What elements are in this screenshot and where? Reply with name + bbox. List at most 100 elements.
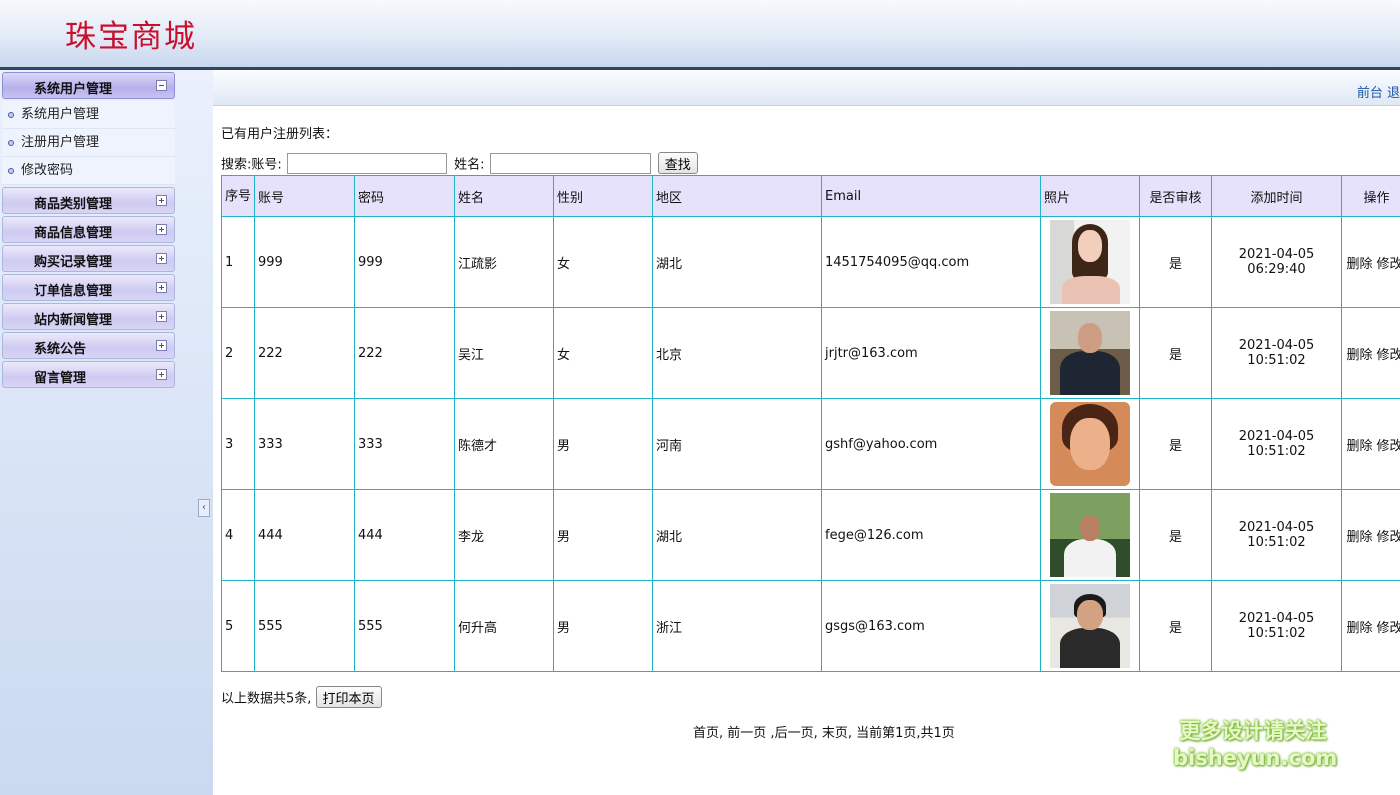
cell-email: gshf@yahoo.com	[821, 398, 1041, 490]
cell-password: 444	[354, 489, 455, 581]
cell-added-time: 2021-04-05 10:51:02	[1211, 307, 1342, 399]
page-status: 当前第1页,共1页	[856, 726, 955, 741]
delete-link[interactable]: 删除	[1346, 348, 1372, 363]
search-label: 搜索:	[221, 157, 252, 173]
cell-name: 吴江	[454, 307, 554, 399]
pager-separator: ,	[766, 726, 775, 741]
edit-link[interactable]: 修改	[1377, 530, 1400, 545]
next-page-link[interactable]: 后一页	[775, 726, 814, 741]
cell-region: 湖北	[652, 489, 822, 581]
sidebar-group-product-info[interactable]: 商品信息管理	[2, 216, 175, 243]
watermark: 更多设计请关注 bisheyun.com	[1173, 718, 1337, 772]
account-search-input[interactable]	[286, 152, 447, 174]
sidebar-collapse-button[interactable]: ‹	[198, 499, 210, 517]
cell-seq: 4	[221, 489, 255, 581]
expand-plus-icon[interactable]	[156, 340, 167, 351]
expand-plus-icon[interactable]	[156, 253, 167, 264]
table-row: 5 555 555 何升高 男 浙江 gsgs@163.com 是 2021-0…	[221, 580, 1400, 672]
cell-gender: 男	[553, 489, 653, 581]
sidebar-group-site-news[interactable]: 站内新闻管理	[2, 303, 175, 330]
sidebar-group-label: 商品类别管理	[34, 197, 113, 212]
name-search-input[interactable]	[489, 152, 651, 174]
cell-approved: 是	[1139, 216, 1212, 308]
cell-name: 江疏影	[454, 216, 554, 308]
cell-account: 333	[254, 398, 355, 490]
edit-link[interactable]: 修改	[1377, 621, 1400, 636]
column-header-account: 账号	[254, 175, 355, 217]
sidebar-group-purchase-records[interactable]: 购买记录管理	[2, 245, 175, 272]
cell-region: 河南	[652, 398, 822, 490]
column-header-password: 密码	[354, 175, 455, 217]
added-clock: 10:51:02	[1247, 535, 1306, 550]
pager-separator: ,	[813, 726, 822, 741]
cell-added-time: 2021-04-05 10:51:02	[1211, 398, 1342, 490]
cell-gender: 女	[553, 216, 653, 308]
expand-plus-icon[interactable]	[156, 311, 167, 322]
cell-password: 333	[354, 398, 455, 490]
search-button[interactable]: 查找	[657, 152, 698, 174]
cell-seq: 2	[221, 307, 255, 399]
prev-page-link[interactable]: 前一页	[727, 726, 766, 741]
delete-link[interactable]: 删除	[1346, 621, 1372, 636]
sidebar-group-label: 商品信息管理	[34, 226, 113, 241]
sidebar-group-label: 购买记录管理	[34, 255, 113, 270]
sidebar-group-orders[interactable]: 订单信息管理	[2, 274, 175, 301]
edit-link[interactable]: 修改	[1377, 348, 1400, 363]
cell-actions: 删除 修改	[1341, 216, 1400, 308]
delete-link[interactable]: 删除	[1346, 257, 1372, 272]
cell-region: 浙江	[652, 580, 822, 672]
delete-link[interactable]: 删除	[1346, 439, 1372, 454]
cell-name: 陈德才	[454, 398, 554, 490]
user-photo	[1050, 584, 1130, 668]
added-date: 2021-04-05	[1238, 520, 1315, 535]
collapse-minus-icon[interactable]	[156, 80, 167, 91]
column-header-email: Email	[821, 175, 1041, 217]
sidebar-group-product-categories[interactable]: 商品类别管理	[2, 187, 175, 214]
summary-bar: 以上数据共5条, 打印本页	[221, 686, 382, 708]
expand-plus-icon[interactable]	[156, 369, 167, 380]
sidebar-group-announcements[interactable]: 系统公告	[2, 332, 175, 359]
column-header-added-time: 添加时间	[1211, 175, 1342, 217]
first-page-link[interactable]: 首页	[693, 726, 719, 741]
brand-title: 珠宝商城	[65, 19, 197, 55]
column-header-region: 地区	[652, 175, 822, 217]
content-top-strip: 前台 退	[213, 70, 1400, 106]
expand-plus-icon[interactable]	[156, 282, 167, 293]
added-date: 2021-04-05	[1238, 429, 1315, 444]
cell-added-time: 2021-04-05 10:51:02	[1211, 489, 1342, 581]
delete-link[interactable]: 删除	[1346, 530, 1372, 545]
expand-plus-icon[interactable]	[156, 224, 167, 235]
front-link[interactable]: 前台	[1357, 86, 1383, 101]
added-clock: 10:51:02	[1247, 626, 1306, 641]
sidebar-item-system-users[interactable]: 系统用户管理	[2, 101, 175, 129]
sidebar-group-label: 留言管理	[34, 371, 87, 386]
cell-account: 555	[254, 580, 355, 672]
edit-link[interactable]: 修改	[1377, 257, 1400, 272]
cell-seq: 3	[221, 398, 255, 490]
cell-approved: 是	[1139, 489, 1212, 581]
print-page-button[interactable]: 打印本页	[315, 686, 382, 708]
cell-photo	[1040, 216, 1140, 308]
top-nav: 前台 退	[1357, 82, 1400, 101]
cell-seq: 1	[221, 216, 255, 308]
cell-approved: 是	[1139, 580, 1212, 672]
sidebar-item-registered-users[interactable]: 注册用户管理	[2, 129, 175, 157]
cell-gender: 男	[553, 580, 653, 672]
last-page-link[interactable]: 末页	[822, 726, 848, 741]
sidebar-group-system-users[interactable]: 系统用户管理	[2, 72, 175, 99]
edit-link[interactable]: 修改	[1377, 439, 1400, 454]
bullet-icon	[8, 112, 14, 118]
cell-password: 999	[354, 216, 455, 308]
sidebar-item-change-password[interactable]: 修改密码	[2, 157, 175, 185]
user-photo	[1050, 220, 1130, 304]
added-date: 2021-04-05	[1238, 247, 1315, 262]
cell-email: 1451754095@qq.com	[821, 216, 1041, 308]
cell-actions: 删除 修改	[1341, 580, 1400, 672]
sidebar-group-messages[interactable]: 留言管理	[2, 361, 175, 388]
cell-account: 444	[254, 489, 355, 581]
sidebar-menu: 系统用户管理 系统用户管理 注册用户管理 修改密码 商品类别管理 商品信息管理	[2, 72, 175, 390]
pager-separator: ,	[847, 726, 857, 741]
logout-link[interactable]: 退	[1387, 86, 1400, 101]
bullet-icon	[8, 168, 14, 174]
expand-plus-icon[interactable]	[156, 195, 167, 206]
